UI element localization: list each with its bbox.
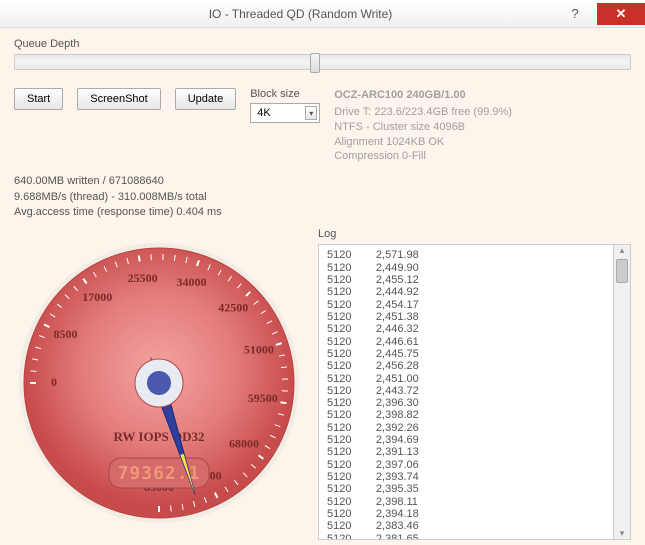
- svg-text:68000: 68000: [229, 437, 259, 451]
- iops-gauge: 0 8500 17000 25500 34000 42500 51000 59500 68000…: [14, 228, 304, 538]
- stats-block: 640.00MB written / 671088640 9.688MB/s (…: [14, 174, 294, 220]
- svg-text:RW IOPS QD32: RW IOPS QD32: [113, 429, 204, 444]
- svg-text:0: 0: [51, 375, 57, 389]
- stats-line-2: 9.688MB/s (thread) - 310.008MB/s total: [14, 190, 294, 205]
- slider-thumb[interactable]: [310, 53, 320, 73]
- device-drive: Drive T: 223.6/223.4GB free (99.9%): [334, 105, 631, 120]
- device-info: OCZ-ARC100 240GB/1.00 Drive T: 223.6/223…: [334, 88, 631, 164]
- device-compression: Compression 0-Fill: [334, 149, 631, 164]
- device-model: OCZ-ARC100 240GB/1.00: [334, 88, 631, 103]
- lower-panel: 0 8500 17000 25500 34000 42500 51000 59500 68000…: [14, 228, 631, 540]
- log-scrollbar[interactable]: [613, 244, 631, 540]
- gauge-svg: 0 8500 17000 25500 34000 42500 51000 59500 68000…: [14, 228, 304, 528]
- svg-text:42500: 42500: [218, 301, 248, 315]
- block-size-group: Block size 4K ▾: [250, 88, 320, 123]
- stats-line-3: Avg.access time (response time) 0.404 ms: [14, 205, 294, 220]
- block-size-select[interactable]: 4K ▾: [250, 103, 320, 123]
- queue-depth-slider[interactable]: [14, 54, 631, 70]
- log-text: 5120 2,571.98 5120 2,449.90 5120 2,455.1…: [318, 244, 613, 540]
- scroll-thumb[interactable]: [616, 259, 628, 283]
- svg-text:34000: 34000: [176, 275, 206, 289]
- device-fs: NTFS - Cluster size 4096B: [334, 120, 631, 135]
- window-title: IO - Threaded QD (Random Write): [48, 7, 553, 21]
- log-label: Log: [318, 228, 631, 240]
- svg-text:17000: 17000: [82, 290, 112, 304]
- update-button[interactable]: Update: [175, 88, 236, 110]
- svg-text:59500: 59500: [248, 392, 278, 406]
- close-button[interactable]: ✕: [597, 3, 645, 25]
- title-bar: IO - Threaded QD (Random Write) ? ✕: [0, 0, 645, 28]
- start-button[interactable]: Start: [14, 88, 63, 110]
- chevron-down-icon: ▾: [305, 106, 317, 120]
- help-button[interactable]: ?: [553, 6, 597, 21]
- controls-row: Start ScreenShot Update Block size 4K ▾ …: [14, 88, 631, 164]
- svg-text:8500: 8500: [53, 327, 77, 341]
- log-panel: Log 5120 2,571.98 5120 2,449.90 5120 2,4…: [318, 228, 631, 540]
- queue-depth-label: Queue Depth: [14, 38, 631, 50]
- screenshot-button[interactable]: ScreenShot: [77, 88, 160, 110]
- device-alignment: Alignment 1024KB OK: [334, 135, 631, 150]
- block-size-label: Block size: [250, 88, 320, 100]
- main-content: Queue Depth Start ScreenShot Update Bloc…: [0, 28, 645, 545]
- stats-line-1: 640.00MB written / 671088640: [14, 174, 294, 189]
- svg-text:51000: 51000: [244, 343, 274, 357]
- block-size-value: 4K: [257, 107, 270, 119]
- svg-text:25500: 25500: [128, 271, 158, 285]
